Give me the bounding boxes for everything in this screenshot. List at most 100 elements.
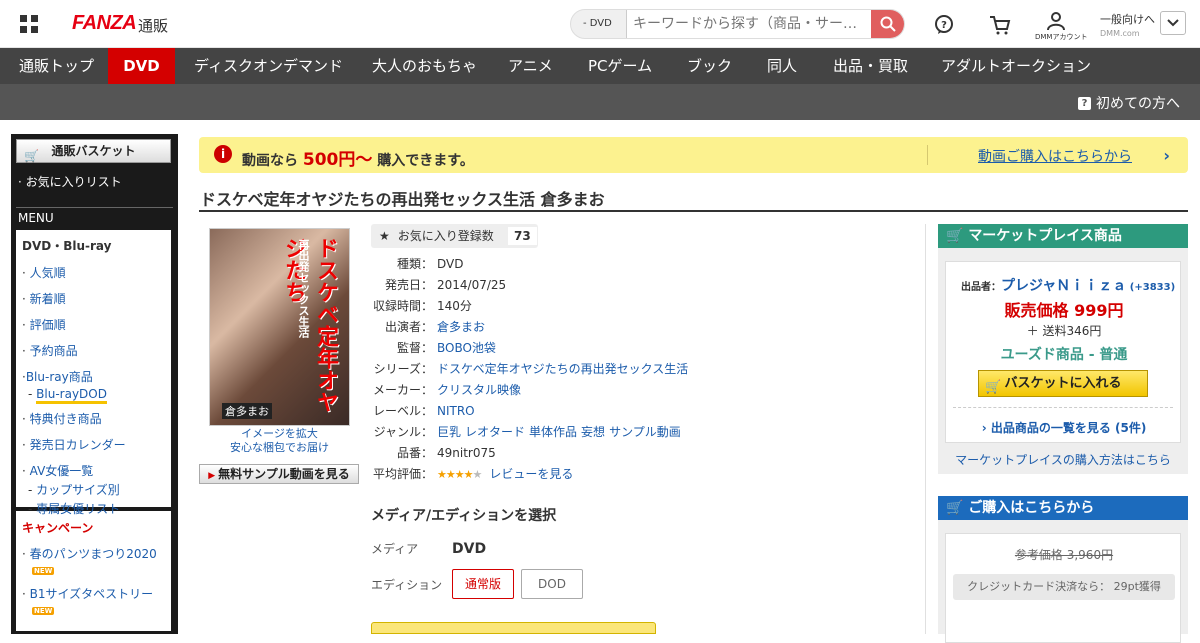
menu-heading: DVD・Blu-ray: [22, 239, 112, 253]
packaging-link[interactable]: 安心な梱包でお届け: [209, 441, 350, 455]
sample-video-button[interactable]: ▶ 無料サンプル動画を見る: [199, 464, 359, 484]
info-icon: i: [214, 145, 232, 163]
genre-link[interactable]: 巨乳: [437, 425, 461, 439]
purchase-header: 🛒 ご購入はこちらから: [938, 496, 1188, 520]
general-dropdown[interactable]: [1160, 11, 1186, 35]
search-category-select[interactable]: - DVD: [571, 10, 627, 38]
reference-price: 参考価格 3,960円: [1014, 548, 1114, 562]
search-icon: [880, 16, 896, 32]
logo[interactable]: FANZA: [72, 12, 137, 35]
nav-item-dvd[interactable]: DVD: [108, 48, 175, 84]
seller-score[interactable]: (+3833): [1130, 282, 1175, 293]
menu-item[interactable]: · 新着順: [22, 290, 165, 307]
gift-icon: 🛒: [946, 228, 969, 244]
campaign-box: キャンペーン · 春のパンツまつり2020 NEW · B1サイズタペストリー …: [16, 511, 171, 631]
banner-divider: [927, 145, 928, 165]
cart-icon: 🛒: [24, 149, 39, 163]
enlarge-image-link[interactable]: イメージを拡大: [209, 427, 350, 441]
nav-item-auction[interactable]: アダルトオークション: [941, 48, 1091, 84]
marketplace-howto-link[interactable]: マーケットプレイスの購入方法はこちら: [938, 451, 1188, 468]
cart-icon[interactable]: [989, 14, 1011, 36]
first-time-link[interactable]: ? 初めての方へ: [1078, 93, 1180, 113]
image-caption[interactable]: イメージを拡大 安心な梱包でお届け: [209, 427, 350, 455]
favorites-link[interactable]: · お気に入りリスト: [16, 163, 173, 190]
shipping-cost: ＋ 送料346円: [1026, 324, 1102, 338]
media-row: メディア DVD: [371, 540, 487, 557]
menu-box: DVD・Blu-ray · 人気順 · 新着順 · 評価順 · 予約商品 ·Bl…: [16, 230, 171, 516]
genre-link[interactable]: サンプル動画: [609, 425, 681, 439]
video-banner: i 動画なら 500円～ 購入できます。 動画ご購入はこちらから ›: [199, 137, 1188, 173]
info-row: レーベル： NITRO: [372, 404, 475, 418]
genre-link[interactable]: 単体作品: [529, 425, 577, 439]
menu-item[interactable]: · 特典付き商品: [22, 410, 165, 427]
add-to-basket-button[interactable]: 🛒 バスケットに入れる: [978, 370, 1148, 397]
menu-item[interactable]: · 予約商品: [22, 342, 165, 359]
nav-item-book[interactable]: ブック: [687, 48, 732, 84]
logo-sub[interactable]: 通販: [138, 15, 168, 36]
basket-button[interactable]: 🛒 通販バスケット: [16, 139, 171, 163]
general-link[interactable]: 一般向けへ DMM.com: [1100, 11, 1155, 38]
buy-button[interactable]: [371, 622, 656, 634]
nav-item-top[interactable]: 通販トップ: [19, 48, 94, 84]
listing-link[interactable]: › 出品商品の一覧を見る (5件): [946, 419, 1182, 436]
campaign-item[interactable]: · B1サイズタペストリー: [22, 585, 165, 602]
item-condition: ユーズド商品 - 普通: [1000, 347, 1128, 363]
nav-item-toys[interactable]: 大人のおもちゃ: [372, 48, 477, 84]
nav-item-doujin[interactable]: 同人: [767, 48, 797, 84]
menu-subitem[interactable]: - カップサイズ別: [22, 481, 165, 498]
label-link[interactable]: NITRO: [437, 404, 475, 418]
director-link[interactable]: BOBO池袋: [437, 341, 496, 355]
nav-item-dod[interactable]: ディスクオンデマンド: [194, 48, 343, 84]
menu-item[interactable]: · 人気順: [22, 264, 165, 281]
info-row: 発売日： 2014/07/25: [384, 278, 507, 292]
cart-icon: 🛒: [946, 500, 969, 516]
info-row: 平均評価： ★★★★★ レビューを見る: [372, 467, 574, 481]
menu-item[interactable]: · AV女優一覧: [22, 462, 165, 479]
nav-item-anime[interactable]: アニメ: [508, 48, 553, 84]
edition-dod-button[interactable]: DOD: [521, 569, 583, 599]
menu-item[interactable]: · 評価順: [22, 316, 165, 333]
fav-count: 73: [508, 227, 537, 245]
menu-subitem-bluray-dod[interactable]: - Blu-rayDOD: [22, 387, 165, 404]
help-chat-icon[interactable]: ?: [933, 14, 955, 36]
chevron-right-icon[interactable]: ›: [1163, 146, 1170, 165]
seller-link[interactable]: プレジャＮｉｉｚａ: [1001, 278, 1126, 294]
nav-item-pcgame[interactable]: PCゲーム: [588, 48, 652, 84]
media-edition-title: メディア/エディションを選択: [371, 508, 557, 524]
genre-link[interactable]: レオタード: [465, 425, 525, 439]
search-button[interactable]: [871, 10, 904, 38]
first-time-label: 初めての方へ: [1096, 96, 1180, 112]
video-purchase-link[interactable]: 動画ご購入はこちらから: [978, 146, 1132, 166]
campaign-item[interactable]: · 春のパンツまつり2020: [22, 545, 165, 562]
edition-row: エディション 通常版 DOD: [371, 569, 590, 599]
star-icon: ★: [379, 229, 390, 243]
edition-normal-button[interactable]: 通常版: [452, 569, 514, 599]
sidebar: 🛒 通販バスケット · お気に入りリスト MENU DVD・Blu-ray · 人…: [11, 134, 178, 634]
nav-item-sell[interactable]: 出品・買取: [833, 48, 908, 84]
new-badge: NEW: [32, 567, 55, 575]
series-link[interactable]: ドスケベ定年オヤジたちの再出発セックス生活: [437, 362, 688, 376]
menu-item[interactable]: ·Blu-ray商品: [22, 368, 165, 385]
package-image[interactable]: ドスケベ定年オヤジたち 再出発セックス生活 倉多まお: [209, 228, 350, 426]
review-link[interactable]: レビューを見る: [489, 467, 573, 481]
maker-link[interactable]: クリスタル映像: [437, 383, 521, 397]
favorite-count-box[interactable]: ★ お気に入り登録数 73: [371, 224, 538, 248]
sale-price: 販売価格 999円: [1004, 301, 1124, 320]
menu-item[interactable]: · 発売日カレンダー: [22, 436, 165, 453]
app-grid-icon[interactable]: [20, 15, 38, 33]
title-divider: [199, 210, 1188, 212]
genre-link[interactable]: 妄想: [581, 425, 605, 439]
purchase-box: 参考価格 3,960円 クレジットカード決済なら： 29pt獲得: [938, 520, 1188, 643]
account-label[interactable]: DMMアカウント: [1035, 32, 1087, 42]
question-icon: ?: [1078, 96, 1091, 110]
account-icon[interactable]: [1045, 10, 1067, 32]
search-input[interactable]: [627, 10, 873, 38]
cast-link[interactable]: 倉多まお: [437, 320, 485, 334]
banner-text: 動画なら 500円～ 購入できます。: [242, 150, 474, 170]
info-row: メーカー： クリスタル映像: [372, 383, 522, 397]
marketplace-header: 🛒 マーケットプレイス商品: [938, 224, 1188, 248]
search-bar: - DVD: [570, 9, 905, 39]
info-row: 出演者： 倉多まお: [384, 320, 486, 334]
info-row: 監督： BOBO池袋: [396, 341, 496, 355]
new-badge: NEW: [32, 607, 55, 615]
